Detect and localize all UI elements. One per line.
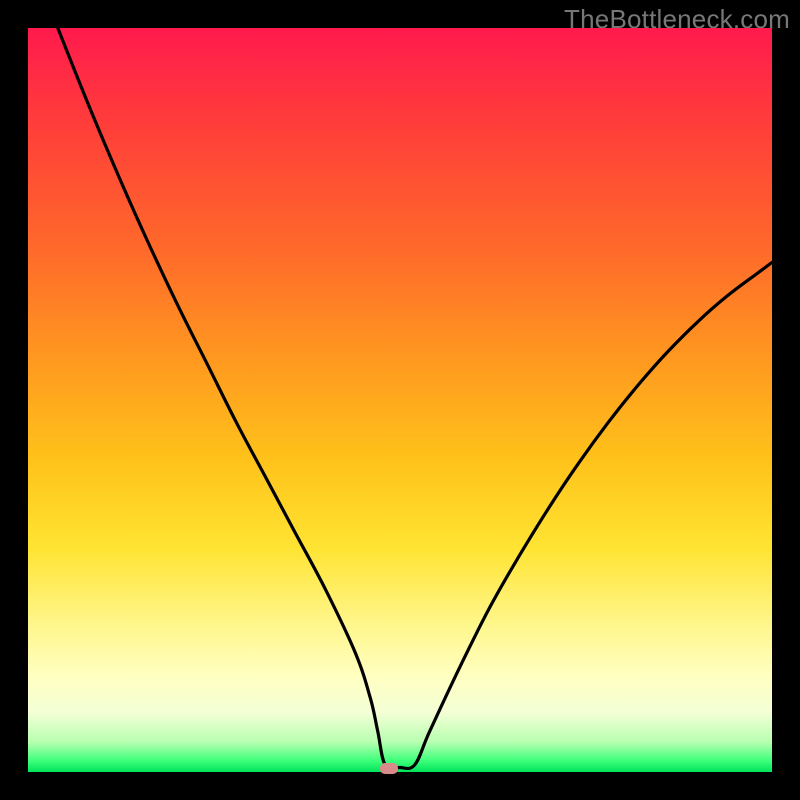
minimum-marker <box>380 763 398 774</box>
chart-frame: TheBottleneck.com <box>0 0 800 800</box>
curve-svg <box>28 28 772 772</box>
plot-area <box>28 28 772 772</box>
bottleneck-curve-path <box>58 28 772 768</box>
